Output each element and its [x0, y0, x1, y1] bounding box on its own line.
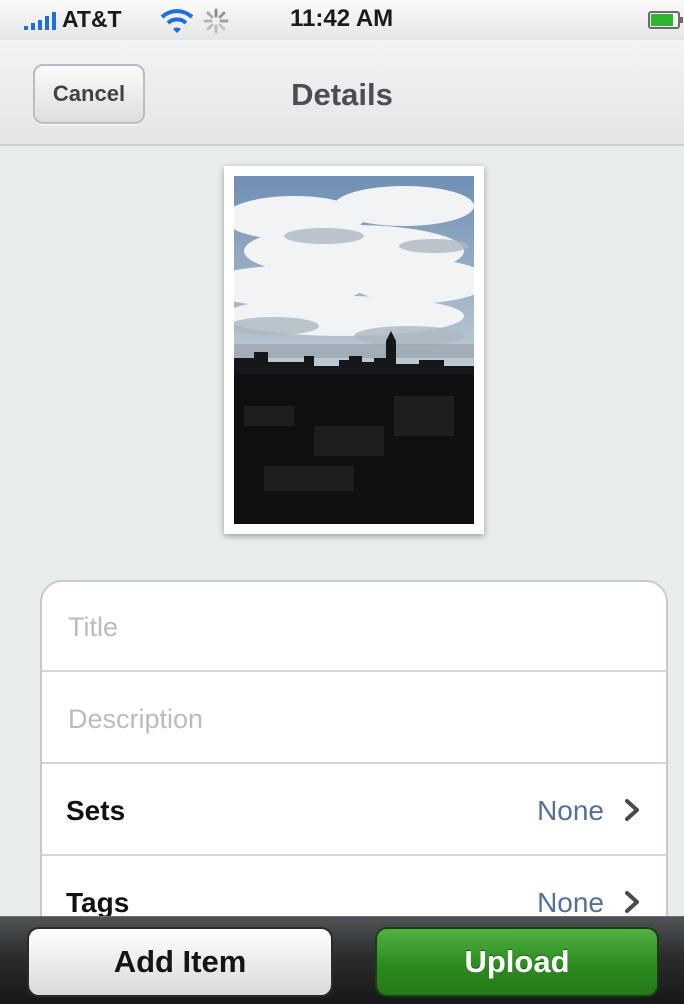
wifi-icon [160, 9, 194, 33]
description-field[interactable]: Description [42, 674, 666, 764]
screen: AT&T 11:42 AM Cancel Details Title Descr… [0, 0, 684, 1004]
sets-row[interactable]: Sets None [42, 766, 666, 856]
tags-value: None [537, 887, 604, 918]
sets-value: None [537, 795, 604, 826]
navigation-bar: Cancel Details [0, 40, 684, 146]
tags-label: Tags [66, 887, 130, 918]
add-item-button[interactable]: Add Item [27, 927, 333, 997]
carrier-name: AT&T [62, 6, 122, 32]
chevron-right-icon [625, 799, 639, 821]
status-bar: AT&T 11:42 AM [0, 0, 684, 40]
title-field[interactable]: Title [42, 582, 666, 672]
page-title: Details [291, 77, 393, 112]
chevron-right-icon [625, 891, 639, 913]
activity-spinner-icon [203, 8, 229, 34]
status-clock: 11:42 AM [290, 5, 394, 32]
photo-preview [224, 166, 484, 534]
signal-bars-icon [24, 12, 56, 30]
title-placeholder: Title [68, 612, 119, 642]
sets-label: Sets [66, 795, 126, 826]
cancel-button[interactable]: Cancel [33, 64, 145, 124]
upload-button[interactable]: Upload [375, 927, 659, 997]
photo-image [234, 176, 474, 524]
description-placeholder: Description [68, 704, 204, 734]
battery-icon [648, 11, 683, 29]
bottom-toolbar: Add Item Upload [0, 916, 684, 1004]
